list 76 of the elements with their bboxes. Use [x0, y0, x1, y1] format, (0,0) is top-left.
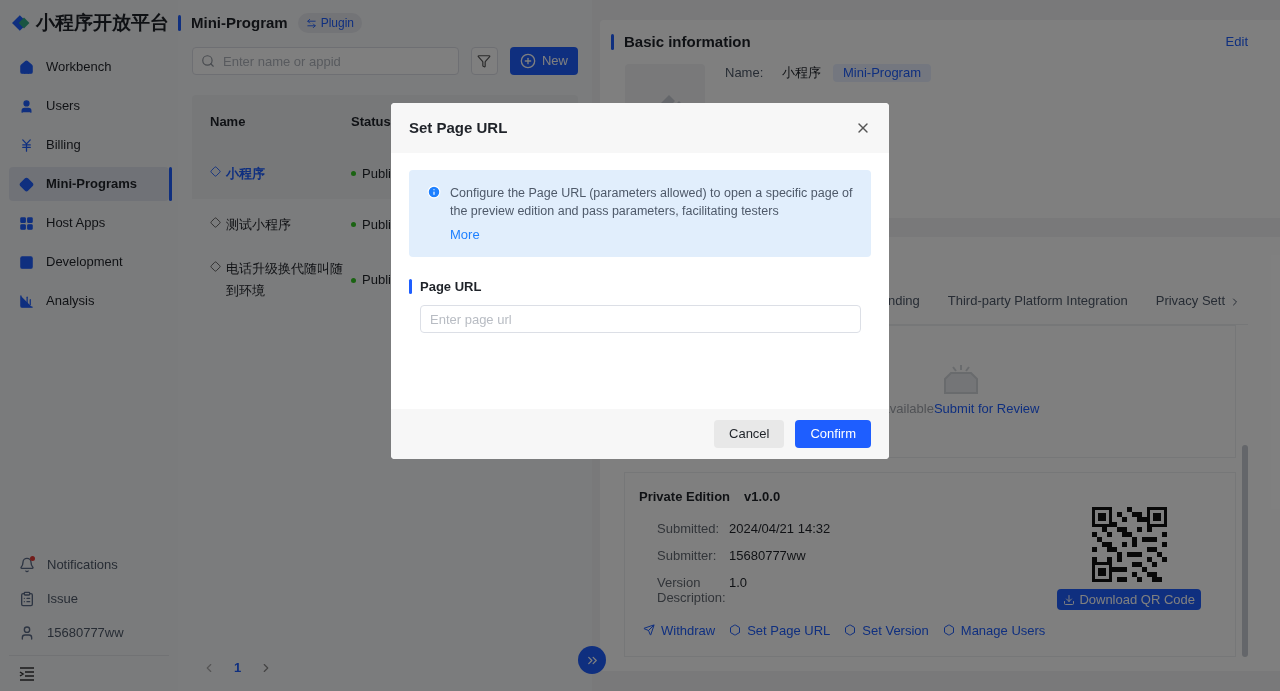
- filter-icon: [477, 54, 492, 68]
- edit-link[interactable]: Edit: [1225, 32, 1248, 52]
- status-text: Publi: [362, 164, 391, 183]
- active-indicator: [169, 167, 172, 201]
- edition-title: Private Edition: [639, 488, 731, 506]
- bell-icon: [19, 557, 35, 573]
- hexagon-icon: [729, 624, 742, 637]
- diamond-icon: [210, 261, 221, 272]
- sidebar-item[interactable]: Users: [9, 89, 169, 123]
- status-text: Publi: [362, 271, 391, 290]
- panel-title: Mini-Program: [191, 12, 288, 33]
- card-title: Basic information: [624, 31, 752, 52]
- edition-version: v1.0.0: [744, 488, 781, 506]
- download-button[interactable]: Download QR Code: [1057, 589, 1201, 610]
- field-label: Name:: [725, 64, 765, 83]
- expand-button[interactable]: [578, 646, 606, 674]
- app-name: 电话升级换代随叫随到环境: [226, 260, 344, 300]
- action-link[interactable]: Set Version: [844, 620, 929, 640]
- tab[interactable]: nding: [888, 290, 920, 310]
- action-link[interactable]: Manage Users: [942, 620, 1046, 640]
- confirm-button[interactable]: Confirm: [795, 420, 871, 448]
- submit-link[interactable]: Submit for Review: [933, 398, 1040, 419]
- diamond-icon: [210, 165, 221, 177]
- field-value: 小程序: [782, 64, 821, 83]
- sidebar-item[interactable]: Mini-Programs: [9, 167, 169, 201]
- user-icon: [19, 625, 35, 641]
- hexagon-icon: [942, 624, 955, 637]
- action-link[interactable]: Set Page URL: [729, 620, 831, 640]
- search-icon: [201, 54, 215, 68]
- cancel-button[interactable]: Cancel: [714, 420, 785, 448]
- dialog-title: Set Page URL: [409, 117, 509, 138]
- brand-title: 小程序开放平台: [36, 10, 169, 35]
- status-text: Publi: [362, 215, 391, 234]
- field-label: Page URL: [420, 277, 482, 296]
- field-value: 15680777ww: [729, 547, 806, 563]
- plugin-button[interactable]: Plugin: [297, 13, 363, 33]
- field-value: 1.0: [729, 574, 748, 592]
- user-icon: [19, 98, 34, 114]
- app-name: 小程序: [226, 164, 265, 183]
- download-icon: [1063, 593, 1076, 606]
- type-tag: Mini-Program: [833, 64, 931, 82]
- plus-icon: [520, 53, 536, 69]
- diamond-icon: [210, 216, 221, 228]
- home-icon: [19, 59, 34, 75]
- hexagon-icon: [844, 624, 857, 637]
- field-label: Version Description:: [657, 574, 727, 605]
- new-button[interactable]: New: [510, 47, 578, 75]
- app-name: 测试小程序: [226, 215, 291, 234]
- field-label: Submitter:: [657, 547, 718, 563]
- page-number[interactable]: 1: [234, 658, 242, 678]
- column-header: Name: [209, 112, 247, 131]
- tab[interactable]: Third-party Platform Integration: [947, 290, 1128, 310]
- column-header: Status: [351, 112, 391, 131]
- sidebar-item[interactable]: 15680777ww: [9, 621, 169, 645]
- sidebar-item[interactable]: Notifications: [9, 553, 169, 577]
- paper-plane-icon: [643, 624, 655, 637]
- sidebar-item[interactable]: Billing: [9, 128, 169, 162]
- sidebar-item[interactable]: Issue: [9, 587, 169, 611]
- yen-icon: [19, 137, 34, 153]
- diamond-icon: [19, 176, 34, 192]
- page-url-field[interactable]: Enter page url: [420, 305, 861, 333]
- sidebar-item[interactable]: Development: [9, 245, 169, 279]
- filter-button[interactable]: [471, 47, 498, 75]
- sidebar-item[interactable]: Host Apps: [9, 206, 169, 240]
- swap-icon: [305, 17, 317, 29]
- sidebar-item[interactable]: Workbench: [9, 50, 169, 84]
- field-value: 2024/04/21 14:32: [729, 520, 831, 536]
- info-icon: [427, 185, 441, 199]
- sidebar-item[interactable]: Analysis: [9, 284, 169, 318]
- clipboard-icon: [19, 591, 35, 607]
- tab[interactable]: Privacy Sett: [1155, 290, 1226, 310]
- field-label: Submitted:: [657, 520, 721, 536]
- action-link[interactable]: Withdraw: [643, 620, 716, 640]
- collapse-menu-icon[interactable]: [19, 666, 35, 681]
- more-link[interactable]: More: [450, 225, 480, 245]
- grid-icon: [19, 215, 34, 231]
